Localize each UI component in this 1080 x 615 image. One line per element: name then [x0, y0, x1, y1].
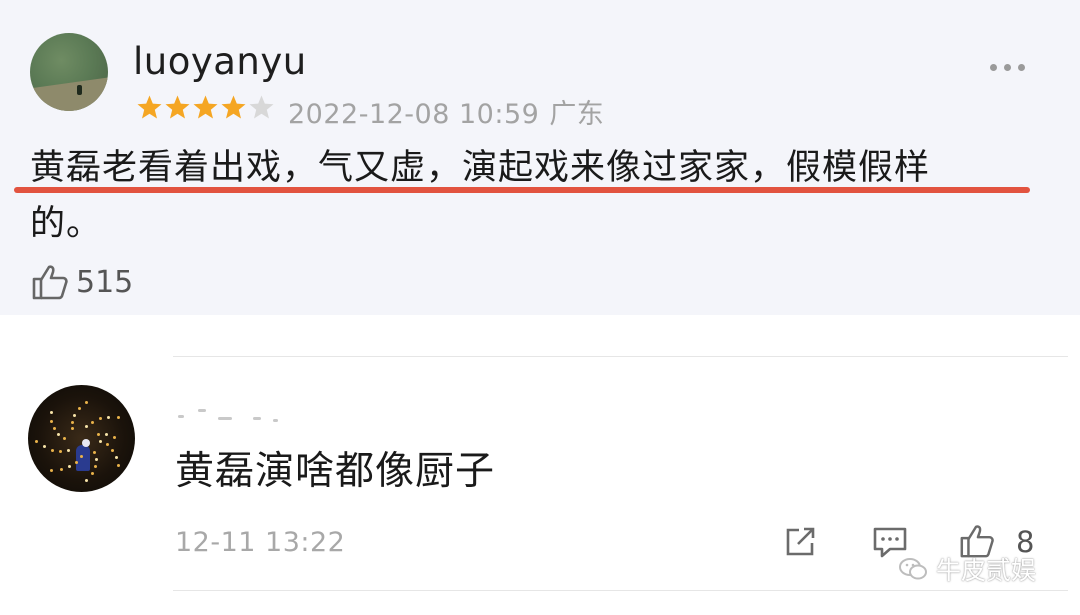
avatar-image-spark — [112, 435, 116, 439]
avatar-image-figure — [77, 85, 82, 95]
dot — [1004, 64, 1011, 71]
avatar-image-spark — [84, 401, 88, 405]
comment-meta: 2022-12-08 10:59 广东 — [288, 92, 604, 131]
dot — [990, 64, 997, 71]
avatar-image-spark — [93, 464, 97, 468]
like-count: 515 — [76, 264, 134, 300]
avatar-image-spark — [117, 415, 121, 419]
star-filled-icon — [193, 95, 218, 119]
wechat-logo-icon — [899, 558, 927, 580]
star-empty-icon — [249, 95, 274, 119]
star-filled-icon — [165, 95, 190, 119]
comment-card-1: luoyanyu 2022-12-08 10:59 广东 黄磊老看着出戏，气又虚，… — [0, 0, 1080, 315]
avatar-image-spark — [117, 464, 121, 468]
username-redacted — [178, 405, 298, 423]
avatar-image-spark — [57, 433, 61, 437]
avatar-image-spark — [105, 443, 109, 447]
avatar-image-spark — [42, 445, 46, 449]
dot — [1018, 64, 1025, 71]
share-icon[interactable] — [784, 526, 818, 558]
like-button[interactable]: 515 — [30, 262, 133, 302]
avatar-image-spark — [63, 437, 67, 441]
avatar-image-spark — [50, 448, 54, 452]
avatar-image-figure — [76, 445, 90, 471]
avatar-image-spark — [79, 455, 83, 459]
avatar-image-head — [82, 439, 90, 447]
avatar[interactable] — [30, 33, 108, 111]
avatar-image-spark — [85, 425, 89, 429]
avatar-image-spark — [94, 457, 98, 461]
avatar-image-spark — [104, 433, 108, 437]
avatar-image-spark — [93, 451, 97, 455]
avatar-image-spark — [115, 455, 119, 459]
avatar-image-spark — [68, 464, 72, 468]
avatar-image-ground — [30, 76, 108, 111]
avatar-image-spark — [66, 449, 70, 453]
avatar-image-spark — [50, 419, 54, 423]
avatar-image-spark — [99, 440, 102, 443]
avatar-image-spark — [73, 413, 77, 417]
avatar-image-spark — [59, 450, 62, 454]
avatar-image-spark — [49, 468, 53, 472]
avatar-image-spark — [98, 417, 102, 421]
star-filled-icon — [221, 95, 246, 119]
highlight-underline — [14, 187, 1030, 193]
comment-location: 广东 — [549, 99, 605, 130]
username[interactable]: luoyanyu — [133, 40, 307, 83]
avatar-image-spark — [91, 420, 95, 424]
comment-text-line-2: 的。 — [30, 204, 103, 244]
avatar-image-spark — [90, 472, 94, 476]
comment-text: 黄磊老看着出戏，气又虚，演起戏来像过家家，假模假样 的。 — [30, 140, 1040, 252]
watermark: 牛皮贰娱 — [898, 551, 1036, 587]
avatar-image-spark — [71, 427, 75, 431]
avatar-image-spark — [96, 432, 100, 436]
avatar[interactable] — [28, 385, 135, 492]
thumbs-up-icon — [32, 265, 68, 300]
divider — [173, 356, 1068, 357]
avatar-image-spark — [77, 406, 81, 410]
star-rating — [136, 94, 275, 121]
comment-date: 2022-12-08 10:59 — [288, 99, 540, 130]
avatar-image-spark — [59, 467, 63, 471]
more-options-icon[interactable] — [990, 64, 1030, 74]
avatar-image-spark — [84, 478, 88, 482]
star-filled-icon — [137, 95, 162, 119]
avatar-image-spark — [111, 448, 115, 452]
avatar-image-spark — [70, 420, 74, 424]
avatar-image-spark — [107, 415, 111, 419]
avatar-image-spark — [49, 411, 53, 415]
divider — [173, 590, 1068, 591]
comment-time: 12-11 13:22 — [175, 527, 346, 558]
comment-text: 黄磊演啥都像厨子 — [175, 449, 496, 494]
avatar-image-spark — [52, 427, 56, 431]
avatar-image-spark — [35, 440, 38, 443]
watermark-text: 牛皮贰娱 — [936, 556, 1037, 585]
avatar-image-spark — [74, 460, 78, 464]
